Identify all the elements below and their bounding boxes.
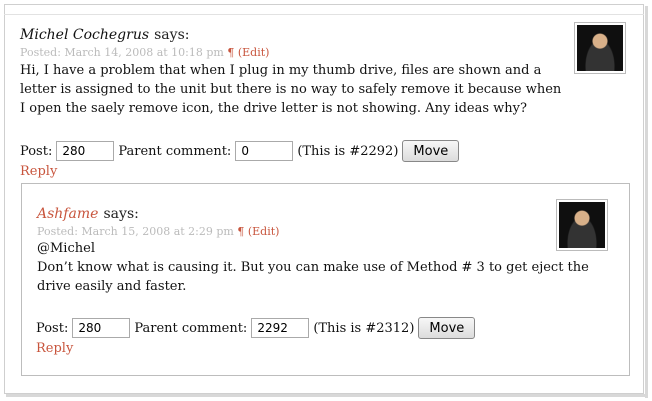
avatar-image bbox=[559, 202, 605, 248]
edit-link[interactable]: (Edit) bbox=[248, 225, 280, 238]
comment-michel: Michel Cochegrus says: Posted: March 14,… bbox=[20, 24, 568, 118]
comment-ashfame: Ashfame says: Posted: March 15, 2008 at … bbox=[37, 203, 589, 296]
parent-comment-field[interactable] bbox=[235, 141, 294, 161]
post-label: Post: bbox=[36, 320, 69, 336]
comment-body-line1: @Michel bbox=[37, 241, 95, 256]
comment-body: Hi, I have a problem that when I plug in… bbox=[20, 63, 562, 116]
comment-id-label: (This is #2312) bbox=[313, 320, 415, 336]
permalink-pilcrow[interactable]: ¶ bbox=[227, 46, 234, 59]
says-label: says: bbox=[103, 206, 139, 222]
post-label: Post: bbox=[20, 143, 53, 159]
parent-comment-label: Parent comment: bbox=[134, 320, 248, 336]
avatar bbox=[556, 199, 608, 251]
move-controls: Post: Parent comment: (This is #2312) Mo… bbox=[36, 317, 476, 339]
avatar bbox=[574, 22, 626, 74]
posted-date: Posted: March 14, 2008 at 10:18 pm bbox=[20, 46, 224, 59]
edit-link[interactable]: (Edit) bbox=[238, 46, 270, 59]
comment-author-link[interactable]: Ashfame bbox=[37, 206, 98, 222]
reply-link[interactable]: Reply bbox=[20, 164, 57, 179]
says-label: says: bbox=[154, 27, 190, 43]
comment-body-line2: Don’t know what is causing it. But you c… bbox=[37, 260, 589, 294]
move-button[interactable]: Move bbox=[418, 317, 476, 339]
top-divider bbox=[4, 14, 644, 15]
move-controls: Post: Parent comment: (This is #2292) Mo… bbox=[20, 140, 460, 162]
posted-date: Posted: March 15, 2008 at 2:29 pm bbox=[37, 225, 234, 238]
move-button[interactable]: Move bbox=[402, 140, 460, 162]
parent-comment-field[interactable] bbox=[251, 318, 310, 338]
post-field[interactable] bbox=[56, 141, 115, 161]
permalink-pilcrow[interactable]: ¶ bbox=[237, 225, 244, 238]
avatar-image bbox=[577, 25, 623, 71]
panel-shadow-bottom bbox=[6, 394, 648, 397]
comment-id-label: (This is #2292) bbox=[297, 143, 399, 159]
comment-author: Michel Cochegrus bbox=[20, 27, 150, 43]
reply-link[interactable]: Reply bbox=[36, 341, 73, 356]
post-field[interactable] bbox=[72, 318, 131, 338]
panel-shadow-right bbox=[645, 6, 648, 398]
parent-comment-label: Parent comment: bbox=[118, 143, 232, 159]
